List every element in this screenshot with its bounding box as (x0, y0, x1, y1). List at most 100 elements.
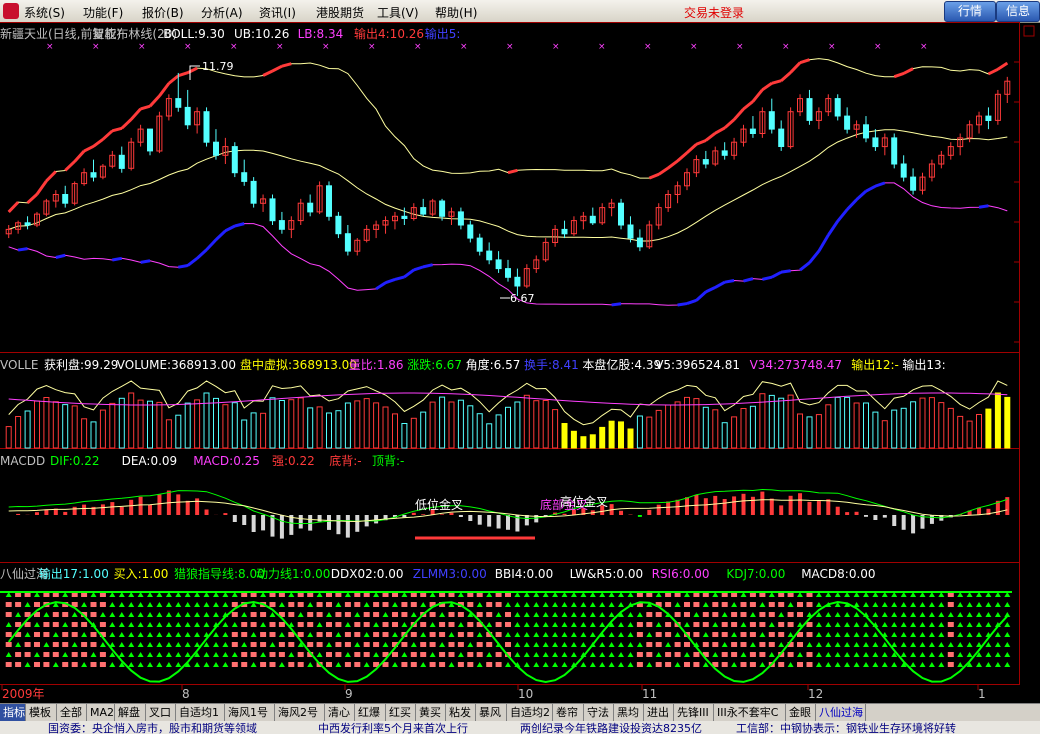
buy-signal-arrow (891, 662, 898, 667)
lower-band-highlight (677, 302, 688, 307)
tab-1[interactable]: 模板 (26, 704, 57, 721)
tab-0[interactable]: 指标 (0, 704, 26, 721)
buy-signal-arrow (194, 602, 201, 607)
volume-bar (787, 394, 794, 449)
ticker-item[interactable]: 两创纪录今年铁路建设投资达8235亿 (520, 721, 702, 734)
buy-signal-arrow (702, 662, 709, 667)
tab-13[interactable]: 粘发 (446, 704, 476, 721)
tab-5[interactable]: 叉口 (146, 704, 176, 721)
menu-tools[interactable]: 工具(V) (377, 4, 419, 21)
signal-block (476, 642, 483, 647)
signal-block (457, 612, 464, 617)
signal-block (269, 652, 276, 657)
marker-x: × (782, 42, 790, 52)
buy-signal-arrow (731, 662, 738, 667)
buy-signal-arrow (392, 632, 398, 637)
buy-signal-arrow (863, 662, 869, 667)
axis-label: 8 (182, 687, 190, 701)
candle-body (278, 220, 285, 230)
buy-signal-arrow (976, 612, 982, 617)
signal-block (231, 602, 238, 607)
tab-14[interactable]: 暴风 (476, 704, 507, 721)
ticker-item[interactable]: 工信部：中钢协表示：钢铁业生存环境将好转 (736, 721, 956, 734)
buy-signal-arrow (363, 632, 370, 637)
buy-signal-arrow (618, 662, 624, 667)
buy-signal-arrow (260, 652, 267, 657)
signal-block (467, 602, 474, 607)
legend-item: DDX02:0.00 (331, 567, 404, 581)
buy-signal-arrow (420, 602, 427, 607)
chart-frame: × × × × × × × × × × × × × × × × × × × × (0, 22, 1035, 685)
signal-block (665, 662, 672, 667)
buy-signal-arrow (618, 642, 624, 647)
stock-chart[interactable]: × × × × × × × × × × × × × × × × × × × × 新疆天业(日线,前复权)智能布林线(2… (0, 22, 1040, 703)
signal-block (43, 622, 50, 627)
buy-signal-arrow (467, 642, 474, 647)
marker-x: × (92, 42, 100, 52)
buy-signal-arrow (213, 642, 219, 647)
buy-signal-arrow (278, 662, 285, 667)
buy-signal-arrow (749, 642, 756, 647)
volume-bar (712, 409, 719, 449)
legend-item: LW&R5:0.00 (570, 567, 644, 581)
buy-signal-arrow (335, 632, 342, 637)
buy-signal-arrow (599, 662, 606, 667)
lower-band-highlight (695, 290, 707, 302)
volume-bar (900, 407, 907, 449)
middle-band-line (8, 129, 1008, 242)
buy-signal-arrow (222, 642, 229, 647)
menu-hk-futures[interactable]: 港股期货 (316, 4, 364, 21)
signal-block (288, 662, 295, 667)
tab-18[interactable]: 黑均 (614, 704, 644, 721)
menu-help[interactable]: 帮助(H) (435, 4, 477, 21)
buy-signal-arrow (721, 642, 728, 647)
menu-quote[interactable]: 报价(B) (142, 4, 184, 21)
tab-23[interactable]: 八仙过海 (816, 704, 866, 721)
buy-signal-arrow (81, 632, 88, 637)
buy-signal-arrow (928, 622, 935, 627)
signal-block (778, 632, 785, 637)
buy-signal-arrow (768, 652, 775, 657)
info-button[interactable]: 信息 (996, 1, 1040, 22)
tab-16[interactable]: 卷帘 (553, 704, 584, 721)
tab-8[interactable]: 海风2号 (275, 704, 325, 721)
signal-block (457, 632, 464, 637)
tab-3[interactable]: MA2 (87, 704, 115, 721)
indicator-tab-bar: 指标 模板 全部 MA2 解盘 叉口 自适均1 海风1号 海风2号 清心 红爆 红买 黄买 粘发 暴风 自适均… (0, 703, 1040, 722)
volume-bar (81, 418, 88, 449)
menu-function[interactable]: 功能(F) (83, 4, 123, 21)
menu-system[interactable]: 系统(S) (24, 4, 65, 21)
volume-bar (815, 414, 822, 449)
tab-2[interactable]: 全部 (57, 704, 87, 721)
tab-9[interactable]: 清心 (325, 704, 355, 721)
volume-bar (768, 394, 775, 449)
signal-block (99, 602, 106, 607)
tab-4[interactable]: 解盘 (115, 704, 146, 721)
ticker-item[interactable]: 中西发行利率5个月来首次上行 (318, 721, 468, 734)
buy-signal-arrow (947, 612, 954, 617)
quote-button[interactable]: 行情 (944, 1, 996, 22)
tab-12[interactable]: 黄买 (416, 704, 446, 721)
tab-22[interactable]: 金眼 (786, 704, 816, 721)
volume-bar (5, 426, 12, 449)
tab-6[interactable]: 自适均1 (176, 704, 225, 721)
tab-11[interactable]: 红买 (386, 704, 416, 721)
tab-20[interactable]: 先锋III (674, 704, 714, 721)
buy-signal-arrow (580, 622, 587, 627)
candle-body (175, 98, 182, 108)
tab-7[interactable]: 海风1号 (225, 704, 275, 721)
menu-analysis[interactable]: 分析(A) (201, 4, 243, 21)
tab-15[interactable]: 自适均2 (507, 704, 553, 721)
ticker-item[interactable]: 国资委：央企悄入房市，股市和期货等领域 (48, 721, 257, 734)
signal-block (62, 642, 69, 647)
tab-17[interactable]: 守法 (584, 704, 614, 721)
tab-21[interactable]: III永不套牢C (714, 704, 786, 721)
tab-10[interactable]: 红爆 (355, 704, 386, 721)
upper-band-highlight (751, 88, 764, 103)
buy-signal-arrow (740, 622, 747, 627)
menu-news[interactable]: 资讯(I) (259, 4, 296, 21)
tab-19[interactable]: 进出 (644, 704, 674, 721)
buy-signal-arrow (81, 602, 88, 607)
signal-block (344, 662, 351, 667)
signal-block (316, 612, 323, 617)
